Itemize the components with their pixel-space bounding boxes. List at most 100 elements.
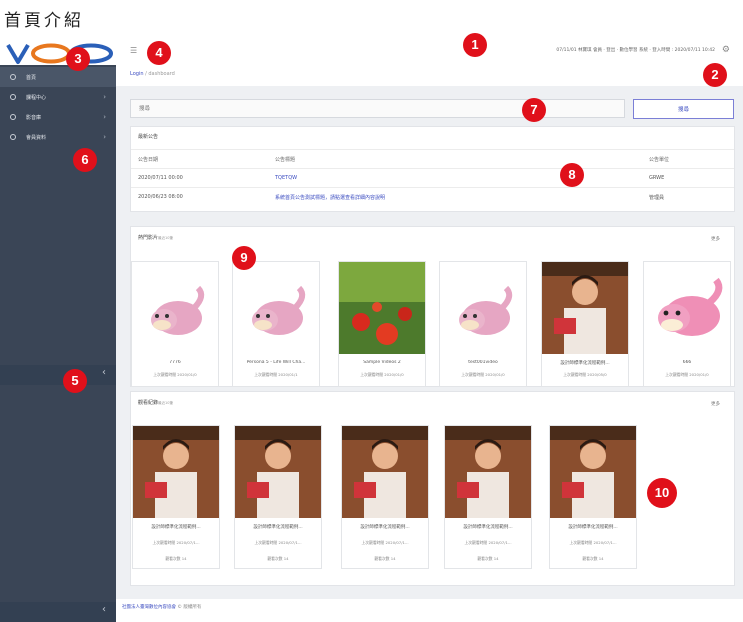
video-last-watched: 上次觀看時間 2020/01/0	[360, 372, 404, 377]
video-last-watched: 上次觀看時間 2020/07/1...	[254, 540, 302, 545]
video-last-watched: 上次觀看時間 2020/01/1	[254, 372, 298, 377]
course-icon	[10, 94, 16, 100]
video-card[interactable]: Persona 5 - Life Will Cha... 上次觀看時間 2020…	[232, 261, 320, 387]
chevron-right-icon: ›	[103, 133, 106, 141]
announcements-panel: 最新公告 公告日期 公告標題 公告單位 2020/07/11 00:00 TQE…	[130, 126, 735, 212]
sidebar-item-label: 會員資料	[26, 134, 47, 141]
callout-marker-3: 3	[66, 47, 90, 71]
video-card[interactable]: 666 上次觀看時間 2020/01/0	[643, 261, 731, 387]
video-card[interactable]: 設計師標準化流程範例... 上次觀看時間 2020/07/1... 觀看次數 1…	[234, 425, 322, 569]
video-view-count: 觀看次數 14	[165, 556, 187, 561]
sidebar-item-label: 課程中心	[26, 94, 47, 101]
video-thumbnail	[339, 262, 425, 354]
announcement-date: 2020/06/23 08:00	[138, 194, 183, 200]
sidebar-item-label: 影音庫	[26, 114, 42, 121]
video-last-watched: 上次觀看時間 2020/01/0	[665, 372, 709, 377]
announcements-header-row: 公告日期 公告標題 公告單位	[131, 149, 734, 167]
watch-history-more-link[interactable]: 更多	[711, 401, 720, 407]
announcement-date: 2020/07/11 00:00	[138, 175, 183, 181]
popular-videos-more-link[interactable]: 更多	[711, 236, 720, 242]
video-view-count: 觀看次數 14	[582, 556, 604, 561]
video-card[interactable]: 設計師標準化流程範例... 上次觀看時間 2020/07/1... 觀看次數 1…	[341, 425, 429, 569]
callout-marker-6: 6	[73, 148, 97, 172]
callout-marker-2: 2	[703, 63, 727, 87]
video-card[interactable]: 設計師標準化流程範例... 上次觀看時間 2020/05/0	[541, 261, 629, 387]
announcement-unit: 管理員	[649, 195, 665, 201]
sidebar-item-label: 首頁	[26, 74, 37, 81]
footer-copyright: © 版權所有	[176, 605, 202, 610]
watch-history-title: 觀看紀錄最近10筆	[138, 400, 173, 406]
announcements-title: 最新公告	[138, 134, 159, 140]
table-row[interactable]: 2020/06/23 08:00 系統首頁公告測試標題，請點選查看詳細內容說明 …	[131, 187, 734, 205]
watch-history-panel: 觀看紀錄最近10筆 更多 設計師標準化流程範例... 上次觀看時間 2020/0…	[130, 391, 735, 586]
video-last-watched: 上次觀看時間 2020/05/0	[563, 372, 607, 377]
video-thumbnail	[542, 262, 628, 354]
user-icon	[10, 134, 16, 140]
popular-videos-subtitle: 最近10筆	[158, 236, 173, 240]
search-button[interactable]: 搜尋	[633, 99, 734, 119]
video-card[interactable]: 設計師標準化流程範例... 上次觀看時間 2020/07/1... 觀看次數 1…	[549, 425, 637, 569]
callout-marker-8: 8	[560, 163, 584, 187]
video-thumbnail	[550, 426, 636, 518]
sidebar-item-home[interactable]: 首頁	[0, 67, 116, 87]
breadcrumb-current: dashboard	[148, 71, 175, 77]
sidebar-item-member-info[interactable]: 會員資料 ›	[0, 127, 116, 147]
watch-history-subtitle: 最近10筆	[158, 401, 173, 405]
video-title: 設計師標準化流程範例...	[560, 361, 610, 366]
home-icon	[10, 74, 16, 80]
video-card[interactable]: 設計師標準化流程範例... 上次觀看時間 2020/07/1... 觀看次數 1…	[444, 425, 532, 569]
video-title: Sample Videos 2	[363, 360, 401, 365]
column-header-unit: 公告單位	[649, 157, 670, 163]
video-title: 設計師標準化流程範例...	[463, 525, 513, 530]
sidebar-item-course-center[interactable]: 課程中心 ›	[0, 87, 116, 107]
video-view-count: 觀看次數 14	[477, 556, 499, 561]
video-title: Persona 5 - Life Will Cha...	[246, 360, 306, 365]
video-card[interactable]: Sample Videos 2 上次觀看時間 2020/01/0	[338, 261, 426, 387]
video-card[interactable]: 7776 上次觀看時間 2020/01/0	[131, 261, 219, 387]
video-last-watched: 上次觀看時間 2020/07/1...	[569, 540, 617, 545]
sidebar-item-video-library[interactable]: 影音庫 ›	[0, 107, 116, 127]
video-thumbnail	[235, 426, 321, 518]
sidebar-collapse-toggle[interactable]: ‹	[0, 365, 116, 385]
video-title: 666	[682, 360, 692, 365]
table-row[interactable]: 2020/07/11 00:00 TQETQW GRWE	[131, 168, 734, 186]
callout-marker-9: 9	[232, 246, 256, 270]
video-title: 設計師標準化流程範例...	[360, 525, 410, 530]
video-icon	[10, 114, 16, 120]
callout-marker-1: 1	[463, 33, 487, 57]
callout-marker-7: 7	[522, 98, 546, 122]
page-heading: 首頁介紹	[4, 11, 84, 31]
footer: 社團法人臺灣數位內容協會 © 版權所有	[122, 604, 201, 610]
chevron-left-icon: ‹	[102, 367, 106, 378]
sidebar-bottom-collapse-toggle[interactable]: ‹	[0, 602, 116, 622]
video-card[interactable]: 設計師標準化流程範例... 上次觀看時間 2020/07/1... 觀看次數 1…	[132, 425, 220, 569]
video-card[interactable]: test001video 上次觀看時間 2020/01/0	[439, 261, 527, 387]
header-user-info[interactable]: 07/11/01 林寶琪 會員 · 登出 · 數位學習 系統 · 登入時間 : …	[556, 47, 715, 53]
breadcrumb-login-link[interactable]: Login	[130, 71, 144, 77]
search-input[interactable]	[130, 99, 625, 118]
chevron-right-icon: ›	[103, 93, 106, 101]
announcement-unit: GRWE	[649, 175, 665, 181]
video-title: 設計師標準化流程範例...	[253, 525, 303, 530]
popular-videos-panel: 熱門影片最近10筆 更多 7776 上次觀看時間 2020/01/0 Perso…	[130, 226, 735, 387]
page: 首頁介紹 首頁 課程中心 › 影音庫 › 會員資料 › ‹ ‹ ☰ 07/11/…	[0, 0, 743, 622]
video-thumbnail	[233, 262, 319, 354]
video-thumbnail	[133, 426, 219, 518]
video-title: 設計師標準化流程範例...	[151, 525, 201, 530]
video-last-watched: 上次觀看時間 2020/01/0	[461, 372, 505, 377]
chevron-right-icon: ›	[103, 113, 106, 121]
footer-org-link[interactable]: 社團法人臺灣數位內容協會	[122, 605, 176, 610]
callout-marker-10: 10	[647, 478, 677, 508]
hamburger-icon[interactable]: ☰	[130, 46, 137, 55]
announcement-title-link[interactable]: 系統首頁公告測試標題，請點選查看詳細內容說明	[275, 194, 385, 201]
video-title: test001video	[468, 360, 498, 365]
callout-marker-4: 4	[147, 41, 171, 65]
video-title: 7776	[169, 360, 181, 365]
gear-icon[interactable]: ⚙	[722, 45, 730, 55]
announcement-title-link[interactable]: TQETQW	[275, 175, 297, 181]
video-title: 設計師標準化流程範例...	[568, 525, 618, 530]
video-last-watched: 上次觀看時間 2020/01/0	[153, 372, 197, 377]
video-last-watched: 上次觀看時間 2020/07/1...	[152, 540, 200, 545]
vod-logo[interactable]	[6, 41, 116, 65]
video-view-count: 觀看次數 14	[374, 556, 396, 561]
